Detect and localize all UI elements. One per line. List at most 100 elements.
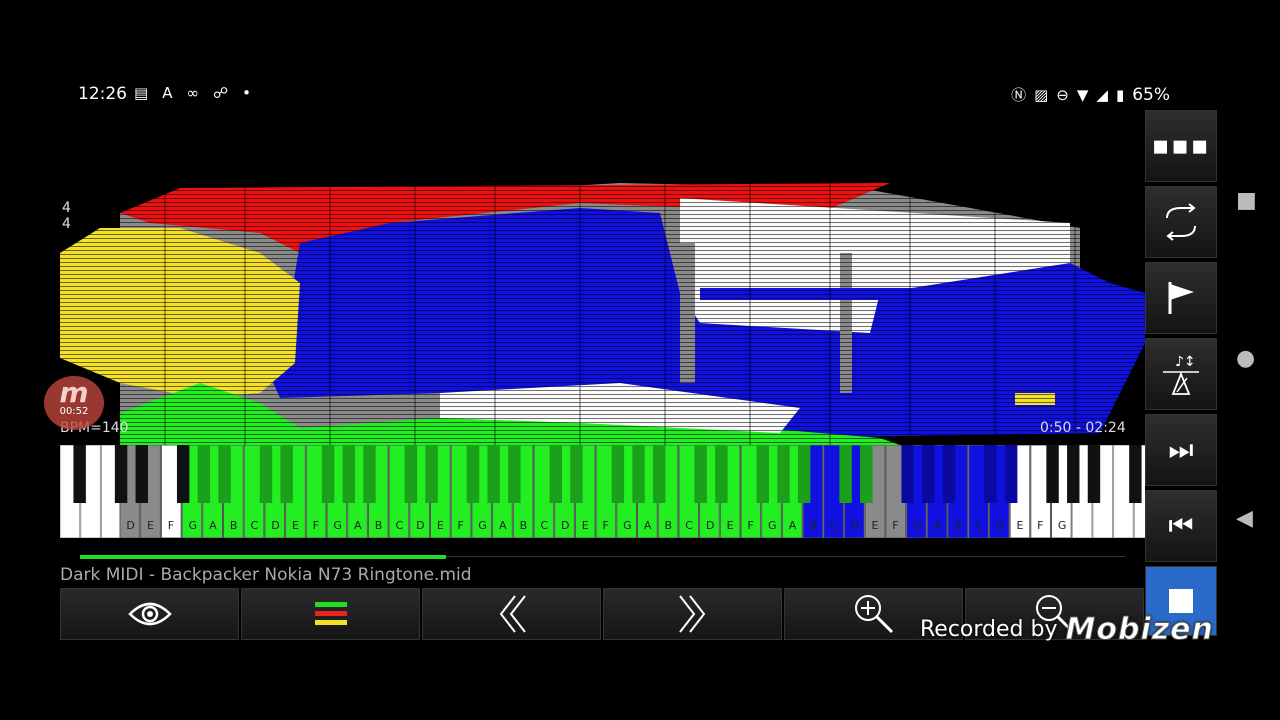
key-label: F [313,519,319,532]
key-label: D [126,519,134,532]
more-icon: ▪▪▪ [1151,131,1211,161]
status-bar: 12:26 ▤ A ∞ ☍ • Ⓝ ▨ ⊖ ▼ ◢ ▮ 65% [78,82,1170,108]
status-right-icons: Ⓝ ▨ ⊖ ▼ ◢ ▮ 65% [1011,84,1170,105]
nav-recents-icon[interactable]: ■ [1236,188,1257,213]
black-key[interactable] [135,445,148,503]
piano-roll[interactable] [60,183,1145,445]
key-label: B [665,519,673,532]
black-key[interactable] [508,445,521,503]
stop-icon [1169,589,1193,613]
key-label: E [727,519,734,532]
black-key[interactable] [570,445,583,503]
key-label: B [230,519,238,532]
black-key[interactable] [197,445,211,503]
nfc-icon: Ⓝ [1011,86,1027,104]
black-key[interactable] [176,445,190,503]
black-key[interactable] [632,445,645,503]
tracks-icon [314,602,347,625]
black-key[interactable] [342,445,355,503]
flag-button[interactable] [1145,262,1217,334]
view-toggle-button[interactable] [60,588,239,640]
key-label: E [1016,519,1023,532]
loop-button[interactable] [1145,186,1217,258]
key-label: E [437,519,444,532]
black-key[interactable] [1067,445,1080,503]
watermark-brand: Mobizen [1065,612,1214,648]
key-label: G [623,519,632,532]
black-key[interactable] [404,445,418,503]
loop-icon [1166,203,1196,241]
black-key[interactable] [922,445,935,503]
next-icon [678,595,705,633]
black-key[interactable] [942,445,956,503]
piano-keyboard[interactable]: DEFGABCDEFGABCDEFGABCDEFGABCDEFGABCDEFGA… [59,444,1155,539]
key-label: F [458,519,464,532]
tracks-button[interactable] [241,588,420,640]
black-key[interactable] [259,445,273,503]
key-label: G [1058,519,1067,532]
more-button[interactable]: ▪▪▪ [1145,110,1217,182]
key-label: E [292,519,299,532]
black-key[interactable] [280,445,293,503]
nav-back-icon[interactable]: ◀ [1236,506,1253,531]
next-button[interactable] [603,588,782,640]
black-key[interactable] [715,445,728,503]
nav-home-icon[interactable]: ● [1236,346,1255,371]
black-key[interactable] [1129,445,1142,503]
black-key[interactable] [839,445,852,503]
black-key[interactable] [466,445,480,503]
key-label: D [416,519,424,532]
black-key[interactable] [653,445,666,503]
recorder-badge[interactable]: m 00:52 [44,376,104,430]
black-key[interactable] [487,445,500,503]
black-key[interactable] [694,445,707,503]
black-key[interactable] [756,445,769,503]
time-position-label: 0:50 - 02:24 [1040,420,1126,436]
fast-forward-icon: ⏭ [1168,433,1194,466]
battery-icon: ▮ [1115,85,1125,104]
rewind-button[interactable]: ⏮ [1145,490,1217,562]
fast-forward-button[interactable]: ⏭ [1145,414,1217,486]
black-key[interactable] [1087,445,1101,503]
key-label: A [354,519,362,532]
key-label: F [602,519,608,532]
progress-fill [80,555,446,559]
key-label: C [975,519,983,532]
recording-watermark: Recorded by Mobizen [920,612,1214,648]
black-key[interactable] [73,445,86,503]
black-key[interactable] [611,445,625,503]
wifi-icon: ▼ [1076,85,1089,104]
black-key[interactable] [425,445,438,503]
metronome-button[interactable]: ♪↕ [1145,338,1217,410]
zoom-in-icon [854,595,893,634]
black-key[interactable] [901,445,914,503]
watermark-prefix: Recorded by [920,617,1058,642]
previous-button[interactable] [422,588,601,640]
dnd-icon: ⊖ [1056,85,1069,104]
black-key[interactable] [363,445,376,503]
black-key[interactable] [797,445,811,503]
key-label: C [830,519,838,532]
key-label: D [706,519,714,532]
key-label: F [1037,519,1043,532]
black-key[interactable] [984,445,997,503]
black-key[interactable] [218,445,231,503]
black-key[interactable] [777,445,790,503]
key-label: B [809,519,817,532]
missed-call-icon: ☍ [212,84,229,102]
key-label: C [395,519,403,532]
black-key[interactable] [1046,445,1059,503]
black-key[interactable] [1004,445,1018,503]
black-key[interactable] [114,445,128,503]
key-label: F [168,519,174,532]
key-label: C [685,519,693,532]
signal-icon: ◢ [1096,85,1108,104]
key-label: A [789,519,797,532]
flag-icon [1168,282,1194,314]
black-key[interactable] [321,445,335,503]
key-label: G [333,519,342,532]
black-key[interactable] [549,445,562,503]
black-key[interactable] [860,445,873,503]
status-time: 12:26 [78,84,127,104]
key-label: F [892,519,898,532]
